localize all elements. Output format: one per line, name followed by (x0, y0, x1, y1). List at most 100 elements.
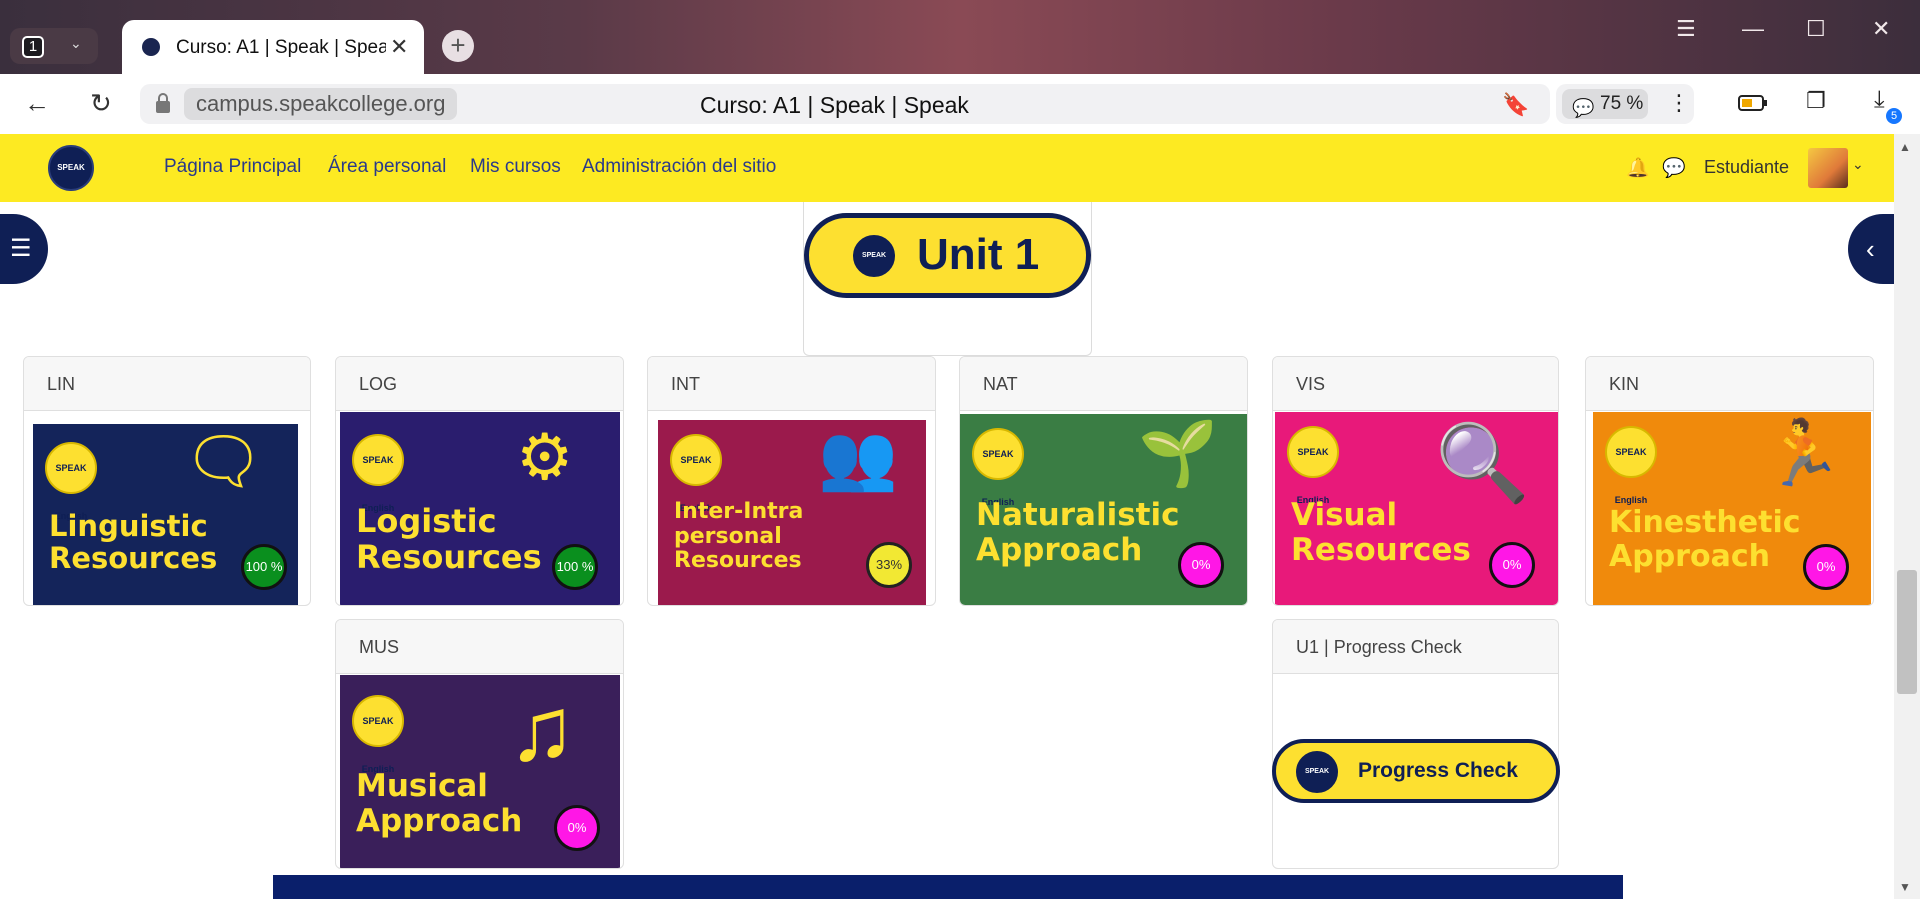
tile-title: Inter-Intra personal Resources (674, 499, 804, 574)
tile-title: Linguistic Resources (49, 509, 218, 576)
user-name[interactable]: Estudiante (1704, 157, 1789, 178)
new-tab-button[interactable]: + (442, 30, 474, 62)
bookmark-icon[interactable]: 🔖 (1502, 92, 1529, 118)
scroll-up-icon[interactable]: ▲ (1899, 140, 1911, 154)
page-title: Curso: A1 | Speak | Speak (700, 92, 969, 118)
speak-english-badge: SPEAK English (1287, 426, 1339, 505)
chevron-down-icon[interactable]: ⌄ (1852, 156, 1864, 173)
speak-english-badge: SPEAK English (352, 695, 404, 774)
activity-card-nat[interactable]: NAT SPEAK English 🌱 Naturalistic Approac… (959, 356, 1248, 606)
zoom-control[interactable]: 💬 75 % ⋮ (1556, 84, 1694, 124)
tab-title: Curso: A1 | Speak | Speak (176, 37, 386, 58)
downloads-icon[interactable]: ⤓ (1874, 86, 1885, 114)
unit-banner[interactable]: SPEAK Unit 1 (804, 213, 1091, 298)
progress-check-label: Progress Check (1358, 759, 1518, 782)
speak-english-badge: SPEAK English (352, 434, 404, 513)
nav-personal-area[interactable]: Área personal (328, 156, 446, 178)
head-gears-icon: ⚙ (516, 421, 574, 493)
tile-title: Logistic Resources (356, 502, 542, 576)
activity-tile[interactable]: SPEAK English ⚙ Logistic Resources 100 % (340, 412, 620, 605)
downloads-badge: 5 (1886, 108, 1902, 124)
activity-card-mus[interactable]: MUS SPEAK English ♫ Musical Approach 0% (335, 619, 624, 869)
extensions-icon[interactable]: ❐ (1806, 88, 1826, 114)
scroll-down-icon[interactable]: ▼ (1899, 880, 1911, 894)
progress-indicator: 0% (1489, 542, 1535, 588)
more-options-icon[interactable]: ⋮ (1668, 90, 1690, 116)
close-tab-icon[interactable]: ✕ (390, 34, 408, 60)
speak-seal: SPEAK (851, 233, 897, 279)
chevron-down-icon: ⌄ (70, 35, 82, 51)
speak-seal: SPEAK (1294, 749, 1340, 795)
card-header: NAT (960, 357, 1247, 411)
activity-card-int[interactable]: INT SPEAK English 👥 Inter-Intra personal… (647, 356, 936, 606)
url-text: campus.speakcollege.org (184, 88, 458, 120)
close-window-icon[interactable]: ✕ (1872, 16, 1890, 42)
progress-indicator: 33% (866, 542, 912, 588)
avatar[interactable] (1808, 148, 1848, 188)
card-header: MUS (336, 620, 623, 674)
tile-title: Visual Resources (1291, 497, 1471, 568)
minimize-icon[interactable]: — (1742, 16, 1764, 42)
zoom-level[interactable]: 💬 75 % (1562, 89, 1648, 119)
footer-banner (273, 875, 1623, 899)
nav-my-courses[interactable]: Mis cursos (470, 156, 561, 178)
chevron-left-icon: ‹ (1866, 234, 1875, 264)
music-notes-icon: ♫ (508, 680, 576, 780)
activity-card-log[interactable]: LOG SPEAK English ⚙ Logistic Resources 1… (335, 356, 624, 606)
block-drawer-toggle[interactable]: ‹ (1848, 214, 1894, 284)
plant-hand-icon: 🌱 (1138, 417, 1218, 489)
progress-check-button[interactable]: SPEAK Progress Check (1272, 739, 1560, 803)
list-icon: ☰ (10, 235, 32, 262)
nav-home[interactable]: Página Principal (164, 156, 301, 178)
activity-tile[interactable]: SPEAK English ♫ Musical Approach 0% (340, 675, 620, 868)
running-person-icon: 🏃 (1763, 417, 1843, 489)
tile-title: Musical Approach (356, 768, 523, 839)
url-field[interactable]: campus.speakcollege.org Curso: A1 | Spea… (140, 84, 1550, 124)
activity-tile[interactable]: SPEAK English 🌱 Naturalistic Approach 0% (960, 414, 1247, 605)
progress-indicator: 100 % (552, 544, 598, 590)
nav-site-admin[interactable]: Administración del sitio (582, 156, 776, 178)
address-bar: ← ↻ campus.speakcollege.org Curso: A1 | … (0, 74, 1920, 134)
browser-titlebar: 1 ⌄ Curso: A1 | Speak | Speak ✕ + ☰ — ☐ … (0, 0, 1920, 76)
bell-icon[interactable]: 🔔 (1626, 156, 1650, 180)
battery-icon[interactable] (1738, 94, 1768, 112)
speech-bubble-icon: 🗨 (183, 425, 265, 497)
tab-switcher-button[interactable]: 1 ⌄ (10, 28, 98, 64)
card-header: KIN (1586, 357, 1873, 411)
activity-card-kin[interactable]: KIN SPEAK English 🏃 Kinesthetic Approach… (1585, 356, 1874, 606)
activity-card-lin[interactable]: LIN SPEAK English 🗨 Linguistic Resources… (23, 356, 311, 606)
back-icon[interactable]: ← (24, 88, 50, 119)
card-header: LOG (336, 357, 623, 411)
progress-indicator: 0% (1803, 544, 1849, 590)
lock-icon (156, 93, 170, 113)
activity-tile[interactable]: SPEAK English 👥 Inter-Intra personal Res… (658, 420, 926, 605)
activity-tile[interactable]: SPEAK English 🔍 Visual Resources 0% (1275, 412, 1558, 605)
reload-icon[interactable]: ↻ (90, 88, 112, 119)
activity-tile[interactable]: SPEAK English 🏃 Kinesthetic Approach 0% (1593, 412, 1871, 605)
people-chat-icon: 👥 (818, 421, 898, 493)
menu-icon[interactable]: ☰ (1676, 16, 1696, 42)
activity-tile[interactable]: SPEAK English 🗨 Linguistic Resources 100… (33, 424, 298, 605)
zoom-value: 75 % (1600, 93, 1644, 114)
active-tab[interactable]: Curso: A1 | Speak | Speak ✕ (122, 20, 424, 76)
scrollbar[interactable] (1894, 134, 1920, 899)
tab-count: 1 (22, 36, 44, 58)
maximize-icon[interactable]: ☐ (1806, 16, 1826, 42)
progress-indicator: 100 % (241, 544, 287, 590)
progress-indicator: 0% (554, 805, 600, 851)
progress-indicator: 0% (1178, 542, 1224, 588)
speak-english-badge: SPEAK English (45, 442, 97, 521)
card-header: INT (648, 357, 935, 411)
favicon-icon (142, 38, 160, 56)
scrollbar-thumb[interactable] (1897, 570, 1917, 694)
message-icon[interactable]: 💬 (1662, 156, 1686, 180)
speak-english-badge: SPEAK English (1605, 426, 1657, 505)
chat-icon: 💬 (1572, 98, 1595, 118)
speak-english-badge: SPEAK English (670, 434, 722, 513)
speak-english-badge: SPEAK English (972, 428, 1024, 507)
card-header: VIS (1273, 357, 1558, 411)
card-header: U1 | Progress Check (1273, 620, 1558, 674)
site-logo[interactable]: SPEAK (48, 145, 94, 191)
activity-card-vis[interactable]: VIS SPEAK English 🔍 Visual Resources 0% (1272, 356, 1559, 606)
course-index-toggle[interactable]: ☰ (0, 214, 48, 284)
